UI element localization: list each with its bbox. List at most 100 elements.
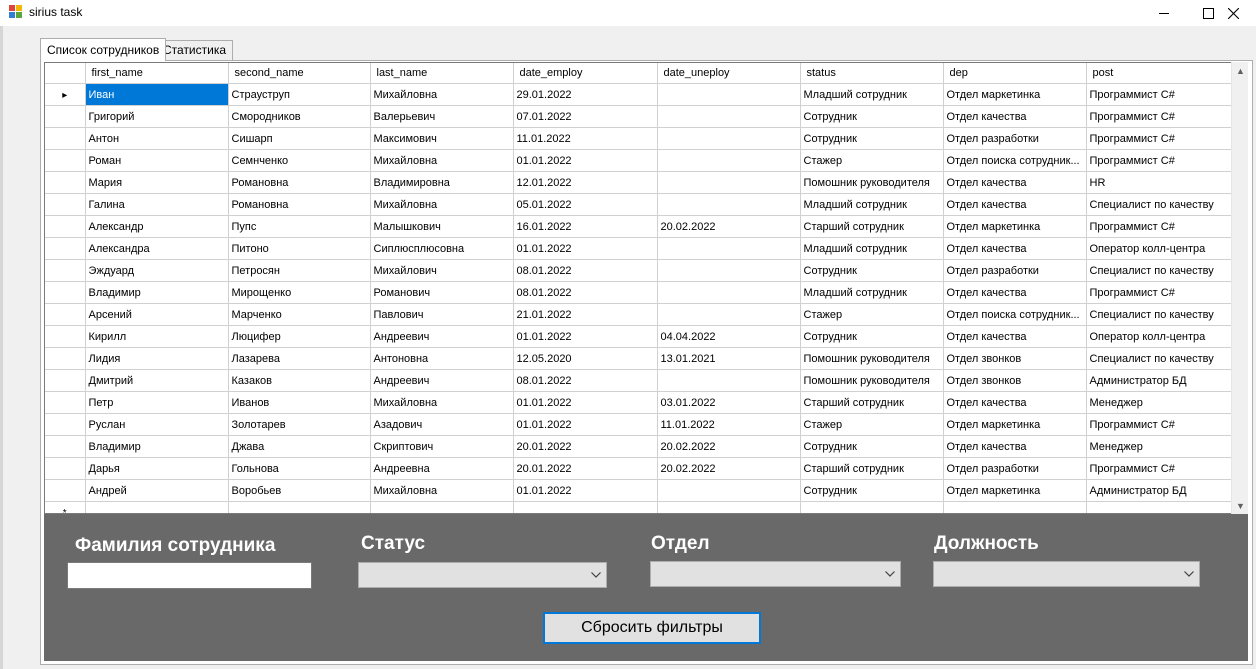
table-row[interactable]: Григорий Смородников Валерьевич 07.01.2022 С…	[45, 105, 1234, 128]
cell-second-name[interactable]: Люцифер	[228, 325, 371, 348]
cell-last-name[interactable]: Антоновна	[370, 347, 514, 370]
cell-first-name[interactable]: Эждуард	[85, 259, 229, 282]
table-row[interactable]: Галина Романовна Михайловна 05.01.2022 Младш…	[45, 193, 1234, 216]
cell-first-name[interactable]: Роман	[85, 149, 229, 172]
cell-dep[interactable]: Отдел поиска сотрудник...	[943, 303, 1087, 326]
cell-date-uneploy[interactable]: 20.02.2022	[657, 435, 801, 458]
cell-date-uneploy[interactable]	[657, 127, 801, 150]
table-row[interactable]: Эждуард Петросян Михайлович 08.01.2022 Сотру…	[45, 259, 1234, 282]
cell-dep[interactable]: Отдел качества	[943, 435, 1087, 458]
cell-dep[interactable]: Отдел разработки	[943, 127, 1087, 150]
cell-date-uneploy[interactable]: 04.04.2022	[657, 325, 801, 348]
table-row[interactable]: ▸ Иван Страуструп Михайловна 29.01.2022 Младш…	[45, 83, 1234, 106]
post-filter-select[interactable]	[933, 561, 1200, 587]
table-row[interactable]: Петр Иванов Михайловна 01.01.2022 03.01.2022…	[45, 391, 1234, 414]
cell-dep[interactable]: Отдел маркетинка	[943, 413, 1087, 436]
cell-second-name[interactable]: Сишарп	[228, 127, 371, 150]
cell-post[interactable]: Программист C#	[1086, 457, 1234, 480]
cell-date-uneploy[interactable]: 20.02.2022	[657, 457, 801, 480]
cell-second-name[interactable]: Романовна	[228, 193, 371, 216]
cell-last-name[interactable]: Максимович	[370, 127, 514, 150]
new-row-cell[interactable]	[943, 501, 1087, 513]
table-row[interactable]: Роман Семнченко Михайловна 01.01.2022 Стажер…	[45, 149, 1234, 172]
cell-post[interactable]: Менеджер	[1086, 435, 1234, 458]
cell-second-name[interactable]: Питоно	[228, 237, 371, 260]
cell-status[interactable]: Помошник руководителя	[800, 369, 944, 392]
table-row[interactable]: Александр Пупс Малышкович 16.01.2022 20.02.2…	[45, 215, 1234, 238]
cell-last-name[interactable]: Малышкович	[370, 215, 514, 238]
table-row[interactable]: Дмитрий Казаков Андреевич 08.01.2022 Помошни…	[45, 369, 1234, 392]
cell-first-name[interactable]: Мария	[85, 171, 229, 194]
cell-post[interactable]: Специалист по качеству	[1086, 259, 1234, 282]
cell-first-name[interactable]: Владимир	[85, 281, 229, 304]
row-header[interactable]: *	[45, 501, 86, 513]
cell-post[interactable]: Программист C#	[1086, 215, 1234, 238]
cell-last-name[interactable]: Андреевич	[370, 369, 514, 392]
row-header[interactable]	[45, 391, 86, 414]
status-filter-select[interactable]	[358, 562, 607, 588]
new-row-cell[interactable]	[85, 501, 229, 513]
cell-status[interactable]: Младший сотрудник	[800, 281, 944, 304]
cell-post[interactable]: Администратор БД	[1086, 369, 1234, 392]
cell-last-name[interactable]: Владимировна	[370, 171, 514, 194]
cell-second-name[interactable]: Марченко	[228, 303, 371, 326]
cell-date-employ[interactable]: 20.01.2022	[513, 457, 658, 480]
new-row-cell[interactable]	[1086, 501, 1234, 513]
cell-post[interactable]: Оператор колл-центра	[1086, 237, 1234, 260]
cell-date-employ[interactable]: 01.01.2022	[513, 237, 658, 260]
cell-status[interactable]: Помошник руководителя	[800, 171, 944, 194]
cell-post[interactable]: Программист C#	[1086, 149, 1234, 172]
cell-second-name[interactable]: Лазарева	[228, 347, 371, 370]
cell-status[interactable]: Помошник руководителя	[800, 347, 944, 370]
cell-date-employ[interactable]: 07.01.2022	[513, 105, 658, 128]
row-header[interactable]	[45, 325, 86, 348]
cell-post[interactable]: Менеджер	[1086, 391, 1234, 414]
cell-date-employ[interactable]: 08.01.2022	[513, 259, 658, 282]
cell-dep[interactable]: Отдел качества	[943, 325, 1087, 348]
new-row[interactable]: *	[45, 501, 1234, 513]
cell-dep[interactable]: Отдел качества	[943, 281, 1087, 304]
cell-second-name[interactable]: Пупс	[228, 215, 371, 238]
dep-filter-select[interactable]	[650, 561, 901, 587]
cell-last-name[interactable]: Михайловна	[370, 83, 514, 106]
cell-status[interactable]: Стажер	[800, 413, 944, 436]
cell-first-name[interactable]: Антон	[85, 127, 229, 150]
column-header-date-employ[interactable]: date_employ	[513, 63, 658, 84]
table-row[interactable]: Арсений Марченко Павлович 21.01.2022 Стажер О…	[45, 303, 1234, 326]
cell-date-uneploy[interactable]	[657, 479, 801, 502]
cell-first-name[interactable]: Иван	[85, 83, 229, 106]
cell-first-name[interactable]: Александр	[85, 215, 229, 238]
cell-status[interactable]: Стажер	[800, 149, 944, 172]
cell-dep[interactable]: Отдел качества	[943, 171, 1087, 194]
cell-status[interactable]: Старший сотрудник	[800, 391, 944, 414]
cell-post[interactable]: Программист C#	[1086, 83, 1234, 106]
cell-post[interactable]: Оператор колл-центра	[1086, 325, 1234, 348]
row-header[interactable]	[45, 457, 86, 480]
cell-dep[interactable]: Отдел разработки	[943, 259, 1087, 282]
cell-date-employ[interactable]: 01.01.2022	[513, 149, 658, 172]
cell-last-name[interactable]: Михайловна	[370, 479, 514, 502]
cell-last-name[interactable]: Андреевич	[370, 325, 514, 348]
cell-date-employ[interactable]: 11.01.2022	[513, 127, 658, 150]
column-header-post[interactable]: post	[1086, 63, 1234, 84]
cell-second-name[interactable]: Страуструп	[228, 83, 371, 106]
row-header[interactable]	[45, 127, 86, 150]
cell-date-uneploy[interactable]	[657, 171, 801, 194]
cell-date-employ[interactable]: 01.01.2022	[513, 413, 658, 436]
cell-status[interactable]: Младший сотрудник	[800, 193, 944, 216]
vertical-scrollbar[interactable]: ▲ ▼	[1231, 62, 1248, 514]
cell-post[interactable]: HR	[1086, 171, 1234, 194]
cell-last-name[interactable]: Сиплюсплюсовна	[370, 237, 514, 260]
column-header-dep[interactable]: dep	[943, 63, 1087, 84]
cell-date-employ[interactable]: 05.01.2022	[513, 193, 658, 216]
cell-last-name[interactable]: Павлович	[370, 303, 514, 326]
cell-status[interactable]: Старший сотрудник	[800, 215, 944, 238]
cell-first-name[interactable]: Кирилл	[85, 325, 229, 348]
new-row-cell[interactable]	[228, 501, 371, 513]
cell-dep[interactable]: Отдел звонков	[943, 347, 1087, 370]
cell-second-name[interactable]: Петросян	[228, 259, 371, 282]
cell-post[interactable]: Программист C#	[1086, 413, 1234, 436]
row-header[interactable]	[45, 479, 86, 502]
cell-last-name[interactable]: Валерьевич	[370, 105, 514, 128]
row-header[interactable]	[45, 193, 86, 216]
